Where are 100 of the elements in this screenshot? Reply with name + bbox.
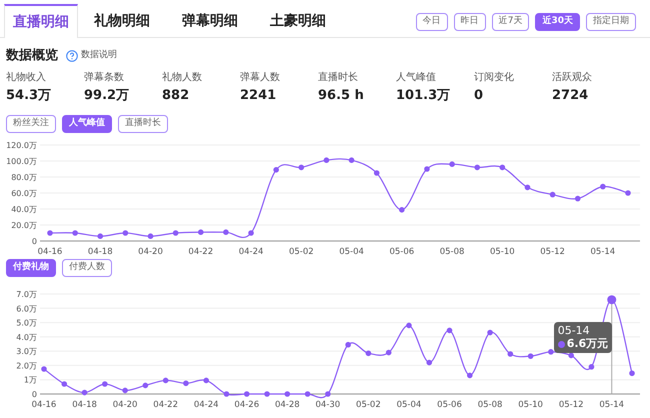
date-range-button[interactable]: 指定日期 — [586, 13, 636, 31]
x-axis-label: 04-30 — [316, 400, 340, 410]
x-axis-label: 04-18 — [88, 247, 113, 257]
stat-value: 2241 — [240, 86, 278, 104]
data-point — [172, 230, 178, 236]
stat-label: 礼物收入 — [6, 70, 47, 84]
stat-label: 订阅变化 — [474, 70, 515, 84]
x-axis-label: 05-04 — [396, 400, 422, 410]
x-axis-label: 04-18 — [72, 400, 97, 410]
stat-label: 弹幕人数 — [240, 70, 281, 84]
x-axis-label: 05-12 — [540, 247, 565, 257]
chart-toggle-button[interactable]: 付费人数 — [62, 259, 112, 277]
data-point — [568, 352, 574, 358]
data-point — [467, 372, 473, 378]
chart-toggle-button[interactable]: 人气峰值 — [62, 115, 112, 133]
data-point — [600, 184, 606, 190]
data-point — [61, 381, 68, 387]
data-point — [264, 391, 270, 397]
tab[interactable]: 礼物明细 — [86, 4, 158, 38]
data-point — [97, 233, 104, 239]
stat-value: 54.3万 — [6, 86, 52, 104]
data-point — [524, 184, 530, 190]
x-axis-label: 04-22 — [188, 247, 214, 257]
data-point — [142, 382, 148, 388]
date-range-button[interactable]: 昨日 — [454, 13, 486, 31]
chart-toggle-button[interactable]: 付费礼物 — [6, 259, 56, 277]
x-axis-label: 04-24 — [194, 400, 219, 410]
section-title: 数据概览 — [6, 47, 58, 65]
data-point — [304, 391, 310, 397]
tab[interactable]: 土豪明细 — [262, 4, 334, 38]
y-axis-label: 6.0万 — [16, 304, 37, 314]
data-point — [528, 353, 534, 359]
data-point — [244, 391, 250, 397]
data-point — [224, 391, 230, 397]
stat-label: 人气峰值 — [396, 70, 437, 84]
data-point — [348, 157, 354, 163]
date-range-button[interactable]: 近30天 — [535, 13, 580, 31]
y-axis-label: 40.0万 — [11, 205, 37, 214]
data-point — [162, 378, 168, 384]
x-axis-label: 04-28 — [274, 400, 300, 410]
x-axis-label: 04-20 — [112, 400, 138, 410]
stat-label: 礼物人数 — [162, 70, 203, 84]
data-point — [223, 229, 229, 235]
data-point — [203, 378, 209, 384]
data-point — [406, 322, 412, 328]
x-axis-label: 05-06 — [437, 400, 462, 410]
stat-value: 882 — [162, 86, 190, 104]
y-axis-label: 80.0万 — [11, 173, 37, 182]
date-range-button[interactable]: 近7天 — [492, 13, 530, 31]
data-point — [424, 166, 430, 172]
data-point — [102, 381, 108, 387]
stat-value: 96.5 h — [318, 86, 365, 104]
y-axis-label: 0 — [32, 237, 37, 246]
stat-value: 2724 — [552, 86, 590, 104]
x-axis-label: 05-02 — [288, 247, 314, 257]
data-point — [366, 350, 372, 356]
x-axis-label: 04-20 — [138, 247, 163, 257]
data-point — [122, 388, 128, 394]
data-point — [474, 164, 480, 170]
data-point — [183, 380, 189, 386]
data-point — [588, 364, 594, 370]
date-range-button[interactable]: 今日 — [416, 13, 448, 31]
data-point — [629, 370, 635, 376]
data-point — [399, 207, 405, 213]
data-point — [550, 192, 556, 198]
data-point — [273, 167, 279, 173]
stat-label: 弹幕条数 — [84, 70, 125, 84]
y-axis-label: 100.0万 — [6, 157, 37, 166]
data-point — [198, 229, 204, 235]
x-axis-label: 05-08 — [478, 400, 502, 410]
x-axis-label: 05-04 — [339, 247, 364, 257]
help-link[interactable]: 数据说明 — [81, 49, 117, 62]
y-axis-label: 4.0万 — [16, 332, 37, 342]
data-point — [284, 391, 290, 397]
data-point — [446, 328, 452, 334]
data-point — [41, 366, 47, 372]
data-point — [324, 157, 330, 163]
x-axis-label: 05-06 — [389, 247, 414, 257]
tab[interactable]: 直播明细 — [4, 4, 78, 38]
x-axis-label: 05-02 — [356, 400, 381, 410]
data-point — [374, 170, 380, 176]
data-point — [508, 351, 514, 357]
tab[interactable]: 弹幕明细 — [174, 4, 246, 38]
y-axis-label: 2.0万 — [16, 361, 37, 370]
y-axis-label: 120.0万 — [6, 141, 37, 150]
chart-toggle-button[interactable]: 直播时长 — [118, 115, 168, 133]
x-axis-label: 04-26 — [234, 400, 260, 410]
data-point — [625, 190, 631, 196]
x-axis-label: 05-14 — [590, 247, 616, 257]
stat-value: 101.3万 — [396, 86, 452, 104]
chart-toggle-button[interactable]: 粉丝关注 — [6, 115, 56, 133]
data-point — [449, 161, 455, 167]
data-point — [345, 342, 351, 348]
y-axis-label: 1万 — [24, 376, 37, 385]
data-point — [548, 349, 554, 355]
x-axis-label: 05-12 — [558, 400, 584, 410]
x-axis-label: 04-22 — [153, 400, 178, 410]
y-axis-label: 7.0万 — [16, 290, 37, 299]
y-axis-label: 0 — [32, 390, 37, 399]
data-point — [574, 196, 581, 202]
